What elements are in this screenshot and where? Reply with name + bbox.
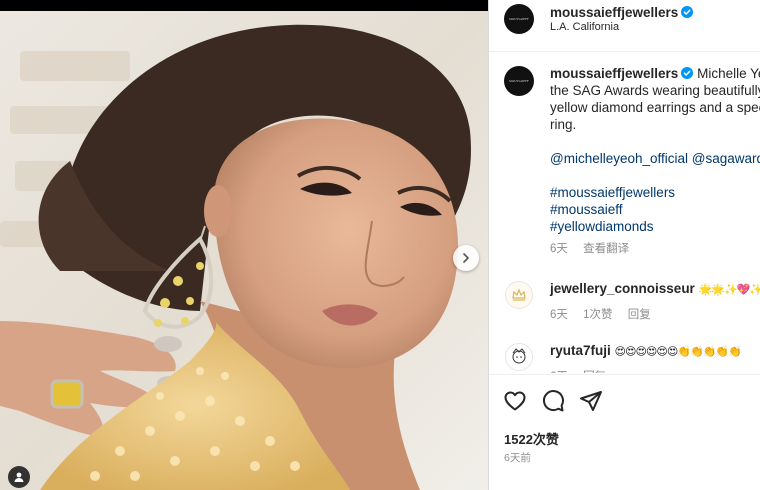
caption-avatar-text: MOUSSAIEFF — [509, 79, 529, 83]
post-time[interactable]: 6天前 — [504, 450, 531, 465]
hashtag-link[interactable]: #yellowdiamonds — [550, 218, 760, 235]
comment-username[interactable]: ryuta7fuji — [550, 343, 611, 358]
caption-line-1: moussaieffjewellers Michelle Yeoh arrive… — [550, 65, 760, 82]
comment-time: 6天 — [550, 309, 568, 321]
comment-likes[interactable]: 1次赞 — [583, 309, 612, 321]
location-link[interactable]: L.A. California — [550, 21, 619, 33]
comment-meta: 6天 1次赞 回复 — [550, 306, 663, 322]
post-header: MOUSSAIEFF moussaieffjewellers L.A. Cali… — [489, 0, 760, 52]
user-tag-button[interactable] — [8, 466, 30, 488]
caption-line-2: the SAG Awards wearing beautifully set — [550, 83, 760, 98]
sketch-avatar-icon — [512, 348, 526, 364]
comment-text: 🌟🌟✨💖✨ — [698, 283, 760, 296]
photo-top-bar — [0, 0, 488, 11]
see-translation-button[interactable]: 查看翻译 — [583, 243, 629, 255]
post-photo[interactable] — [0, 0, 488, 490]
hashtag-link[interactable]: #moussaieff — [550, 201, 760, 218]
reply-button[interactable]: 回复 — [628, 309, 651, 321]
hashtag-link[interactable]: #moussaieffjewellers — [550, 184, 760, 201]
chevron-right-icon — [463, 253, 469, 263]
caption-mentions[interactable]: @michelleyeoh_official @sagawards — [550, 150, 760, 167]
user-tag-icon — [14, 472, 24, 482]
comments-area: MOUSSAIEFF moussaieffjewellers Michelle … — [489, 53, 760, 373]
post-panel: MOUSSAIEFF moussaieffjewellers L.A. Cali… — [488, 0, 760, 490]
caption-meta: 6天 查看翻译 — [550, 241, 760, 258]
caption-line-3: yellow diamond earrings and a spectacula… — [550, 100, 760, 115]
commenter-avatar[interactable] — [505, 343, 533, 371]
post-actions: 1522次赞 6天前 — [489, 374, 760, 490]
comment-icon[interactable] — [541, 389, 565, 413]
carousel-next-button[interactable] — [453, 245, 479, 271]
share-icon[interactable] — [579, 389, 603, 413]
caption-line-4: ring. — [550, 117, 577, 132]
caption-username[interactable]: moussaieffjewellers — [550, 66, 678, 81]
likes-count[interactable]: 1522次赞 — [504, 429, 559, 448]
comment-time: 6天 — [550, 371, 568, 373]
avatar-text: MOUSSAIEFF — [509, 17, 529, 21]
caption: moussaieffjewellers Michelle Yeoh arrive… — [550, 65, 760, 258]
post-image — [0, 11, 488, 490]
reply-button[interactable]: 回复 — [583, 371, 606, 373]
crown-logo-icon — [512, 288, 526, 301]
comment-text: 😍😍😍😍😍😍👏👏👏👏👏 — [614, 345, 742, 358]
avatar[interactable]: MOUSSAIEFF — [504, 4, 534, 34]
comment-username[interactable]: jewellery_connoisseur — [550, 281, 695, 296]
heart-icon[interactable] — [503, 389, 527, 413]
commenter-avatar[interactable] — [505, 281, 533, 309]
caption-time: 6天 — [550, 243, 568, 255]
header-username[interactable]: moussaieffjewellers — [550, 5, 678, 20]
comment-meta: 6天 回复 — [550, 368, 618, 373]
caption-avatar[interactable]: MOUSSAIEFF — [504, 66, 534, 96]
verified-badge-icon — [681, 67, 694, 79]
caption-text-line-1: Michelle Yeoh arrived at — [697, 66, 760, 81]
verified-badge-icon — [681, 6, 694, 18]
